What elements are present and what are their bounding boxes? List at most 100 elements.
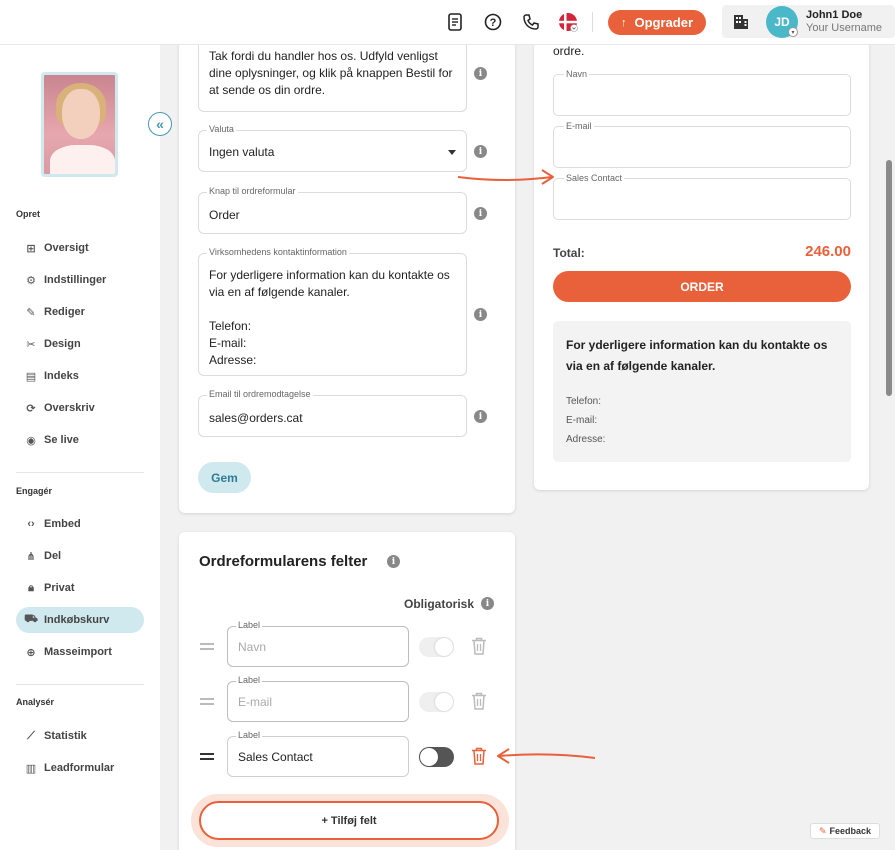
trash-icon[interactable]	[471, 637, 487, 655]
sidebar-item-label: Leadformular	[44, 762, 115, 774]
order-email-label: Email til ordremodtagelse	[207, 389, 313, 399]
sidebar-item-design[interactable]: ✂ Design	[16, 331, 144, 357]
preview-field-label: Sales Contact	[564, 173, 625, 183]
required-toggle[interactable]	[419, 747, 454, 767]
phone-icon[interactable]	[521, 12, 541, 32]
sidebar-item-indeks[interactable]: ▤ Indeks	[16, 363, 144, 389]
sidebar-item-label: Del	[44, 550, 62, 562]
sidebar-item-indstillinger[interactable]: ⚙ Indstillinger	[16, 267, 144, 293]
sidebar-item-indkøbskurv[interactable]: ⛟ Indkøbskurv	[16, 607, 144, 633]
add-field-button[interactable]: + Tilføj felt	[199, 801, 499, 840]
preview-contact-text: For yderligere information kan du kontak…	[566, 338, 828, 373]
info-icon[interactable]: i	[474, 67, 487, 80]
sidebar-item-label: Indeks	[44, 370, 79, 382]
drag-handle-icon[interactable]	[200, 643, 214, 650]
sidebar-item-del[interactable]: ⋔ Del	[16, 543, 144, 569]
trash-icon[interactable]	[471, 747, 487, 765]
preview-field[interactable]: Navn	[553, 69, 851, 116]
info-icon[interactable]: i	[474, 410, 487, 423]
drag-handle-icon[interactable]	[200, 753, 214, 760]
sidebar-item-label: Masseimport	[44, 646, 112, 658]
info-icon[interactable]: i	[387, 555, 400, 568]
field-label-input[interactable]: Label E-mail	[227, 675, 409, 722]
required-toggle[interactable]	[419, 692, 454, 712]
sidebar-item-embed[interactable]: ‹› Embed	[16, 511, 144, 537]
user-name: John1 Doe	[806, 9, 863, 21]
scrollbar[interactable]	[886, 160, 892, 396]
total-value: 246.00	[805, 243, 851, 260]
field-label-legend: Label	[236, 675, 263, 685]
caret-down-icon	[448, 150, 456, 155]
document-icon[interactable]	[445, 12, 465, 32]
pencil-icon: ✎	[26, 306, 36, 319]
order-button-text-field[interactable]: Knap til ordreformular Order	[198, 186, 467, 234]
code-icon: ‹›	[27, 518, 35, 530]
sidebar-item-leadformular[interactable]: ▥ Leadformular	[16, 755, 144, 781]
sidebar-divider	[16, 472, 144, 473]
preview-field[interactable]: Sales Contact	[553, 173, 851, 220]
building-icon[interactable]	[732, 12, 750, 33]
share-icon: ⋔	[26, 550, 36, 563]
user-username: Your Username	[806, 22, 883, 34]
sidebar-item-label: Indkøbskurv	[44, 614, 110, 626]
field-label-input[interactable]: Label Sales Contact	[227, 730, 409, 777]
index-icon: ▤	[25, 370, 37, 383]
sidebar-item-overskriv[interactable]: ⟳ Overskriv	[16, 395, 144, 421]
sidebar-item-label: Indstillinger	[44, 274, 107, 286]
sidebar-item-privat[interactable]: 🔒︎ Privat	[16, 575, 144, 601]
sidebar-item-label: Design	[44, 338, 81, 350]
sidebar-item-masseimport[interactable]: ⊕ Masseimport	[16, 639, 144, 665]
currency-select[interactable]: Valuta Ingen valuta	[198, 124, 467, 172]
sidebar-item-label: Se live	[44, 434, 79, 446]
upgrade-button[interactable]: ↑ Opgrader	[608, 10, 706, 35]
sidebar-item-label: Embed	[44, 518, 81, 530]
form-thumbnail[interactable]	[41, 72, 118, 177]
sidebar-divider	[16, 684, 144, 685]
company-contact-value: For yderligere information kan du kontak…	[209, 268, 450, 367]
feedback-button[interactable]: ✎ Feedback	[810, 823, 880, 839]
field-label-value: Navn	[238, 640, 267, 654]
sidebar-item-label: Oversigt	[44, 242, 89, 254]
form-icon: ▥	[25, 762, 37, 775]
fields-card-title: Ordreformularens felter	[199, 553, 368, 570]
grid-icon: ⊞	[26, 242, 36, 255]
sidebar-item-statistik[interactable]: ⟋ Statistik	[16, 723, 144, 749]
required-toggle[interactable]	[419, 637, 454, 657]
currency-value: Ingen valuta	[209, 145, 275, 159]
currency-label: Valuta	[207, 124, 236, 134]
eye-icon: ◉	[26, 434, 36, 447]
cart-icon: ⛟	[24, 613, 38, 625]
sidebar-item-label: Privat	[44, 582, 75, 594]
danish-flag-icon[interactable]	[558, 12, 578, 32]
drag-handle-icon[interactable]	[200, 698, 214, 705]
collapse-sidebar-button[interactable]: «	[148, 112, 172, 136]
preview-field[interactable]: E-mail	[553, 121, 851, 168]
arrow-up-icon: ↑	[620, 16, 627, 29]
info-icon[interactable]: i	[474, 308, 487, 321]
trash-icon[interactable]	[471, 692, 487, 710]
info-icon[interactable]: i	[474, 145, 487, 158]
thanks-message-text: Tak fordi du handler hos os. Udfyld venl…	[209, 49, 453, 97]
preview-contact-line: Adresse:	[566, 434, 606, 445]
order-email-value: sales@orders.cat	[209, 411, 303, 425]
info-icon[interactable]: i	[474, 207, 487, 220]
chevron-down-icon: ▾	[788, 27, 798, 37]
order-email-field[interactable]: Email til ordremodtagelse sales@orders.c…	[198, 389, 467, 437]
sidebar-item-rediger[interactable]: ✎ Rediger	[16, 299, 144, 325]
sidebar-section-title: Opret	[16, 209, 41, 219]
field-label-input[interactable]: Label Navn	[227, 620, 409, 667]
info-icon[interactable]: i	[481, 597, 494, 610]
preview-intro-text: ordre.	[553, 44, 585, 58]
company-contact-field[interactable]: Virksomhedens kontaktinformation For yde…	[198, 247, 467, 376]
gear-icon: ⚙	[26, 274, 36, 287]
preview-contact-line: E-mail:	[566, 415, 598, 426]
sidebar-item-se-live[interactable]: ◉ Se live	[16, 427, 144, 453]
top-bar: ? ↑ Opgrader JD ▾ John1 Doe Your Usernam…	[0, 0, 895, 45]
save-button[interactable]: Gem	[198, 462, 251, 493]
upgrade-label: Opgrader	[634, 15, 693, 30]
sidebar-item-oversigt[interactable]: ⊞ Oversigt	[16, 235, 144, 261]
help-icon[interactable]: ?	[483, 12, 503, 32]
field-label-value: E-mail	[238, 695, 273, 709]
order-button[interactable]: ORDER	[553, 271, 851, 302]
chart-icon: ⟋	[27, 729, 35, 742]
